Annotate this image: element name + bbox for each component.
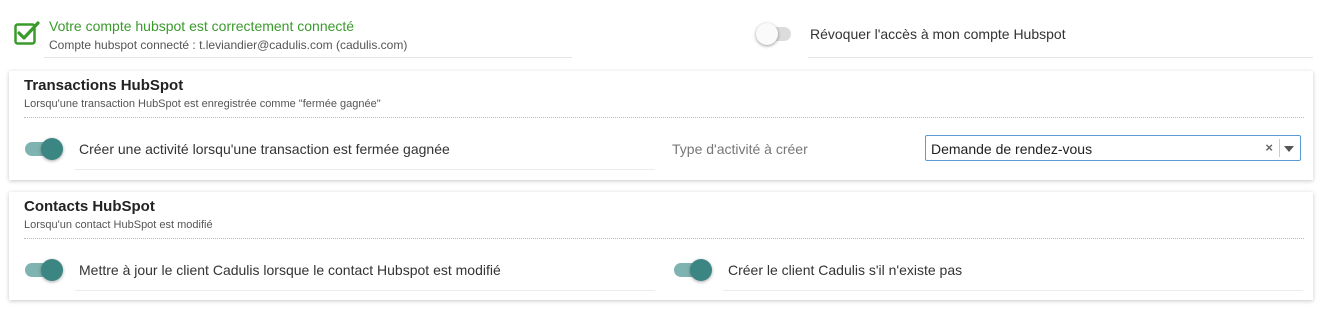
card-title: Contacts HubSpot [24,198,155,215]
activity-type-select[interactable]: Demande de rendez-vous × [925,135,1301,161]
chevron-down-icon[interactable] [1284,146,1294,152]
section-divider [24,117,1304,118]
revoke-access-label: Révoquer l'accès à mon compte Hubspot [810,26,1066,42]
card-subtitle: Lorsqu'un contact HubSpot est modifié [24,219,213,231]
create-client-toggle[interactable] [674,259,712,281]
divider [75,169,655,170]
connected-account-text: Compte hubspot connecté : t.leviandier@c… [49,38,408,52]
select-divider [1279,139,1280,157]
update-client-label: Mettre à jour le client Cadulis lorsque … [79,262,501,278]
connection-status-text: Votre compte hubspot est correctement co… [49,18,355,34]
divider [44,57,572,58]
contacts-card: Contacts HubSpot Lorsqu'un contact HubSp… [9,192,1313,300]
revoke-access-toggle[interactable] [756,23,793,45]
transactions-card: Transactions HubSpot Lorsqu'une transact… [9,71,1313,180]
toggle-knob [690,259,712,281]
section-divider [24,238,1304,239]
toggle-knob [756,23,778,45]
close-icon[interactable]: × [1265,140,1273,155]
update-client-toggle[interactable] [25,259,63,281]
divider [723,290,1303,291]
create-client-label: Créer le client Cadulis s'il n'existe pa… [728,262,963,278]
activity-type-value: Demande de rendez-vous [931,141,1093,157]
divider [75,290,655,291]
create-activity-toggle[interactable] [25,138,63,160]
card-subtitle: Lorsqu'une transaction HubSpot est enreg… [24,98,381,110]
checkbox-checked-icon [14,21,40,45]
create-activity-label: Créer une activité lorsqu'une transactio… [79,141,450,157]
activity-type-label: Type d'activité à créer [672,141,808,157]
toggle-knob [41,259,63,281]
divider [808,57,1313,58]
card-title: Transactions HubSpot [24,77,184,94]
toggle-knob [41,138,63,160]
